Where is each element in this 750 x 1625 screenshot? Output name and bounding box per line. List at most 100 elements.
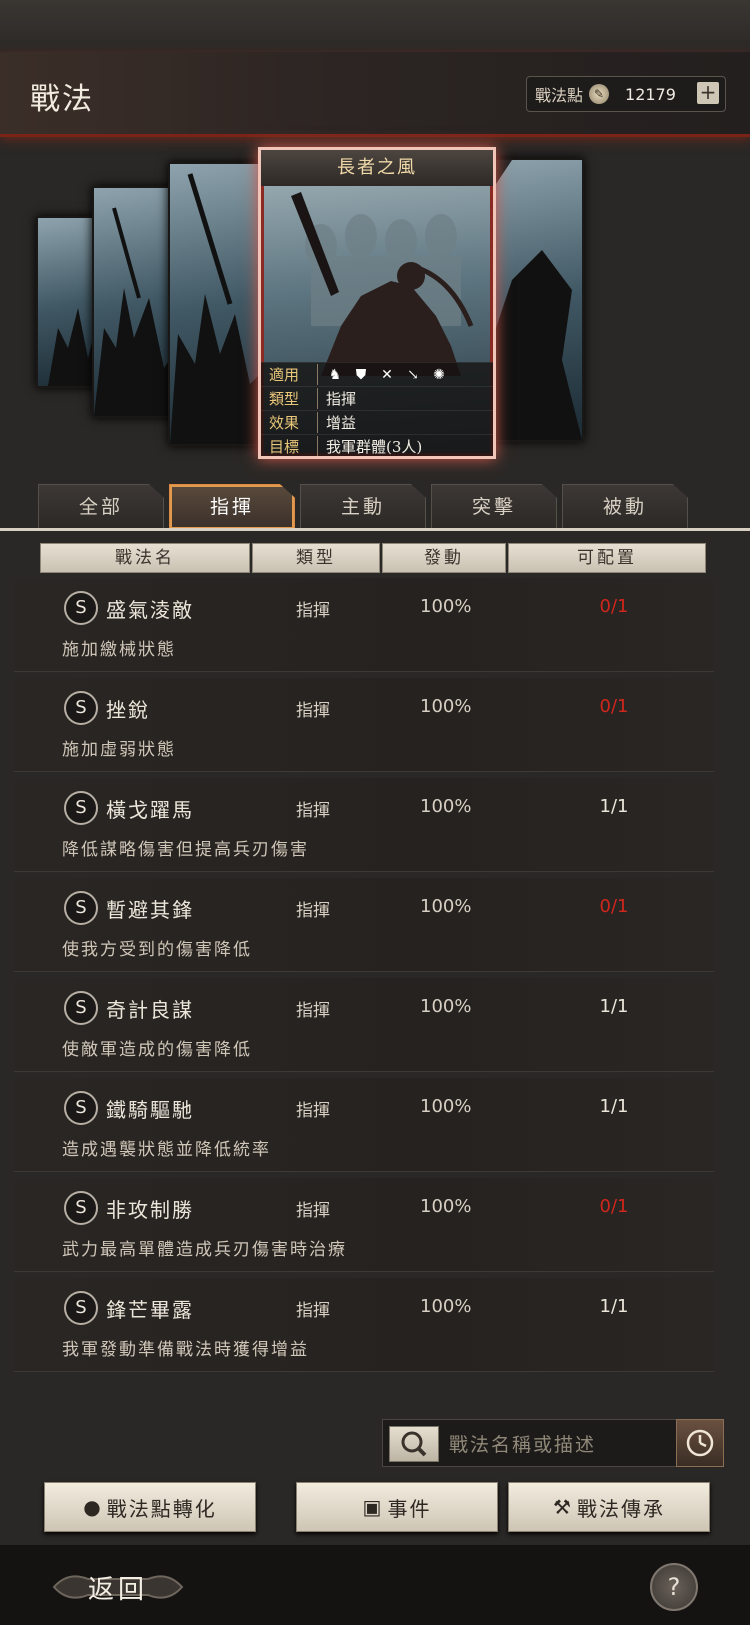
skill-slot: 1/1 bbox=[599, 1096, 629, 1117]
card-info-row-type: 類型 指揮 bbox=[261, 386, 493, 410]
column-header-trigger[interactable]: 發動 bbox=[382, 543, 506, 573]
points-label: 戰法點 bbox=[535, 86, 584, 105]
skill-desc: 使敵軍造成的傷害降低 bbox=[62, 1040, 252, 1060]
column-header-type[interactable]: 類型 bbox=[252, 543, 380, 573]
skill-rate: 100% bbox=[420, 796, 472, 817]
skill-rate: 100% bbox=[420, 1096, 472, 1117]
skill-type: 指揮 bbox=[296, 1201, 330, 1221]
tab-all[interactable]: 全部 bbox=[38, 484, 164, 530]
skill-name: 橫戈躍馬 bbox=[106, 798, 194, 822]
help-button[interactable]: ? bbox=[650, 1563, 698, 1611]
footer-bar: 返回 ? bbox=[0, 1545, 750, 1625]
spear-icon: ↘ bbox=[407, 366, 419, 383]
skill-desc: 我軍發動準備戰法時獲得增益 bbox=[62, 1340, 309, 1360]
page-title: 戰法 bbox=[30, 82, 94, 117]
skill-rate: 100% bbox=[420, 896, 472, 917]
history-button[interactable] bbox=[676, 1419, 724, 1467]
skill-type: 指揮 bbox=[296, 801, 330, 821]
tactic-points-display: 戰法點 ✎ 12179 + bbox=[526, 76, 726, 112]
grade-s-icon: S bbox=[64, 1091, 98, 1125]
skill-name: 奇計良謀 bbox=[106, 998, 194, 1022]
back-button[interactable]: 返回 bbox=[48, 1565, 188, 1609]
card-info-key: 目標 bbox=[261, 436, 318, 456]
skill-name: 挫銳 bbox=[106, 698, 150, 722]
card-info-key: 適用 bbox=[261, 364, 318, 385]
list-item[interactable]: S 奇計良謀 指揮 100% 1/1 使敵軍造成的傷害降低 bbox=[14, 978, 714, 1072]
card-info-value: 增益 bbox=[326, 414, 357, 432]
list-item[interactable]: S 挫銳 指揮 100% 0/1 施加虛弱狀態 bbox=[14, 678, 714, 772]
list-item[interactable]: S 盛氣淩敵 指揮 100% 0/1 施加繳械狀態 bbox=[14, 578, 714, 672]
cavalry-icon: ♞ bbox=[328, 366, 342, 383]
skill-desc: 武力最高單體造成兵刃傷害時治療 bbox=[62, 1240, 347, 1260]
skill-rate: 100% bbox=[420, 996, 472, 1017]
skill-desc: 施加繳械狀態 bbox=[62, 640, 176, 660]
selected-skill-card[interactable]: 長者之風 適用 ♞ ⛊ ✕ ↘ ✺ 類型 指揮 效果 增益 目標 我軍群體(3人… bbox=[258, 147, 496, 459]
card-info-row-target: 目標 我軍群體(3人) bbox=[261, 434, 493, 456]
convert-points-label: 戰法點轉化 bbox=[106, 1496, 217, 1521]
skill-type: 指揮 bbox=[296, 901, 330, 921]
alert-card-icon: ▣ bbox=[362, 1495, 384, 1519]
unit-type-icons: ♞ ⛊ ✕ ↘ ✺ bbox=[326, 366, 448, 384]
skill-slot: 0/1 bbox=[599, 696, 629, 717]
skill-desc: 降低謀略傷害但提高兵刃傷害 bbox=[62, 840, 309, 860]
skill-type: 指揮 bbox=[296, 701, 330, 721]
feather-coin-icon: ✎ bbox=[589, 84, 610, 104]
grade-s-icon: S bbox=[64, 691, 98, 725]
clock-icon bbox=[686, 1429, 714, 1457]
tab-divider bbox=[0, 528, 750, 531]
skill-desc: 施加虛弱狀態 bbox=[62, 740, 176, 760]
tab-active[interactable]: 主動 bbox=[300, 484, 426, 530]
skill-card-carousel[interactable]: 長者之風 適用 ♞ ⛊ ✕ ↘ ✺ 類型 指揮 效果 增益 目標 我軍群體(3人… bbox=[0, 140, 750, 470]
card-info-value: 指揮 bbox=[326, 390, 357, 408]
search-input[interactable]: 戰法名稱或描述 bbox=[449, 1430, 596, 1457]
tab-assault[interactable]: 突擊 bbox=[431, 484, 557, 530]
column-header-slots[interactable]: 可配置 bbox=[508, 543, 706, 573]
events-label: 事件 bbox=[387, 1496, 432, 1521]
skill-type: 指揮 bbox=[296, 1101, 330, 1121]
grade-s-icon: S bbox=[64, 591, 98, 625]
list-item[interactable]: S 非攻制勝 指揮 100% 0/1 武力最高單體造成兵刃傷害時治療 bbox=[14, 1178, 714, 1272]
grade-s-icon: S bbox=[64, 1291, 98, 1325]
header-bar: 戰法 戰法點 ✎ 12179 + bbox=[0, 52, 750, 137]
inherit-tactic-button[interactable]: ⚒ 戰法傳承 bbox=[508, 1482, 710, 1532]
tab-passive[interactable]: 被動 bbox=[562, 484, 688, 530]
list-item[interactable]: S 鐵騎驅馳 指揮 100% 1/1 造成遇襲狀態並降低統率 bbox=[14, 1078, 714, 1172]
search-icon bbox=[401, 1431, 427, 1457]
card-info-row-effect: 效果 增益 bbox=[261, 410, 493, 434]
flame-icon: ● bbox=[83, 1495, 103, 1519]
skill-name: 鐵騎驅馳 bbox=[106, 1098, 194, 1122]
skill-name: 暫避其鋒 bbox=[106, 898, 194, 922]
back-label: 返回 bbox=[87, 1574, 148, 1605]
column-header-name[interactable]: 戰法名 bbox=[40, 543, 250, 573]
search-box[interactable]: 戰法名稱或描述 bbox=[382, 1419, 708, 1467]
skill-type: 指揮 bbox=[296, 1001, 330, 1021]
card-info-key: 效果 bbox=[261, 412, 318, 433]
skill-slot: 0/1 bbox=[599, 596, 629, 617]
list-item[interactable]: S 鋒芒畢露 指揮 100% 1/1 我軍發動準備戰法時獲得增益 bbox=[14, 1278, 714, 1372]
events-button[interactable]: ▣ 事件 bbox=[296, 1482, 498, 1532]
points-value: 12179 bbox=[625, 84, 676, 104]
skill-rate: 100% bbox=[420, 1296, 472, 1317]
card-info-value: 我軍群體(3人) bbox=[326, 438, 423, 456]
card-title: 長者之風 bbox=[261, 150, 493, 186]
grade-s-icon: S bbox=[64, 991, 98, 1025]
skill-list: S 盛氣淩敵 指揮 100% 0/1 施加繳械狀態 S 挫銳 指揮 100% 0… bbox=[14, 578, 714, 1378]
skill-card-back-2[interactable] bbox=[168, 162, 272, 446]
skill-name: 非攻制勝 bbox=[106, 1198, 194, 1222]
search-button[interactable] bbox=[389, 1426, 439, 1462]
hammer-icon: ⚒ bbox=[553, 1495, 573, 1519]
add-points-button[interactable]: + bbox=[697, 82, 719, 104]
convert-points-button[interactable]: ● 戰法點轉化 bbox=[44, 1482, 256, 1532]
skill-type: 指揮 bbox=[296, 1301, 330, 1321]
skill-type: 指揮 bbox=[296, 601, 330, 621]
skill-name: 鋒芒畢露 bbox=[106, 1298, 194, 1322]
skill-desc: 造成遇襲狀態並降低統率 bbox=[62, 1140, 271, 1160]
skill-slot: 0/1 bbox=[599, 896, 629, 917]
column-headers: 戰法名 類型 發動 可配置 bbox=[40, 543, 710, 573]
grade-s-icon: S bbox=[64, 891, 98, 925]
tab-command[interactable]: 指揮 bbox=[169, 484, 295, 530]
list-item[interactable]: S 橫戈躍馬 指揮 100% 1/1 降低謀略傷害但提高兵刃傷害 bbox=[14, 778, 714, 872]
bow-icon: ✕ bbox=[381, 366, 393, 383]
list-item[interactable]: S 暫避其鋒 指揮 100% 0/1 使我方受到的傷害降低 bbox=[14, 878, 714, 972]
skill-slot: 1/1 bbox=[599, 1296, 629, 1317]
